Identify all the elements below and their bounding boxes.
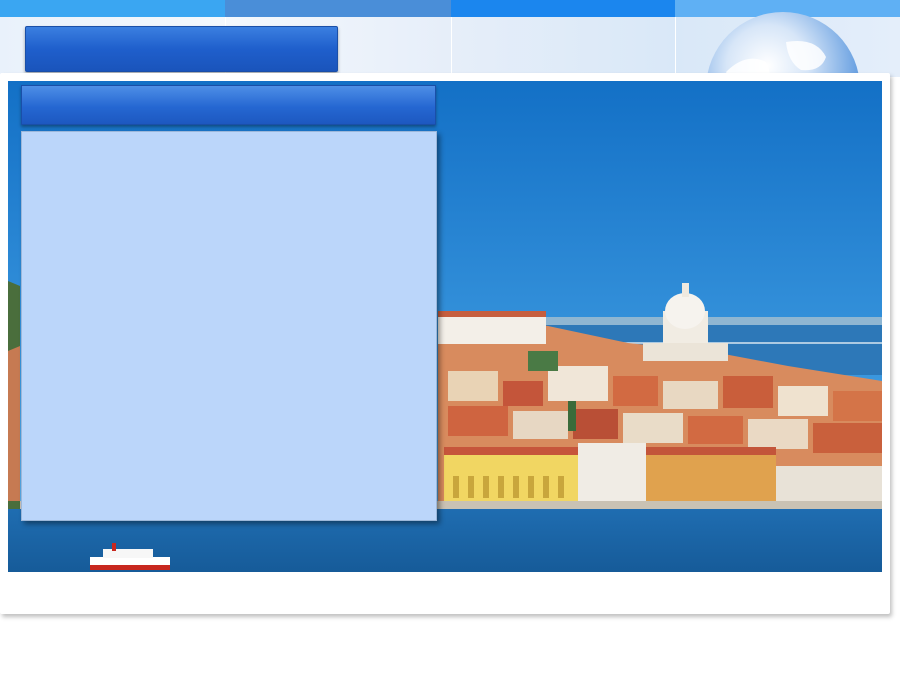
top-stripe-1 xyxy=(0,0,225,17)
top-stripe-2 xyxy=(225,0,451,17)
band-divider xyxy=(675,17,676,77)
text-content-panel[interactable] xyxy=(21,131,437,521)
title-bar xyxy=(25,26,338,72)
band-divider xyxy=(451,17,452,77)
subtitle-bar xyxy=(21,85,436,125)
top-stripe-3 xyxy=(451,0,675,17)
